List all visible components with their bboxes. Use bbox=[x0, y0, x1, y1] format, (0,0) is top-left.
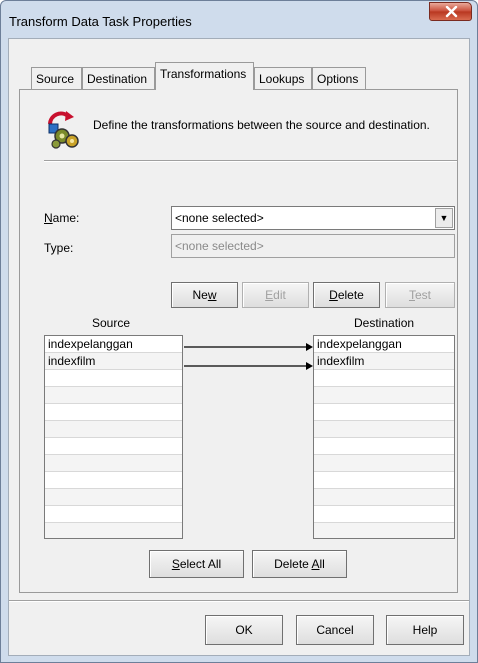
close-icon bbox=[445, 6, 458, 18]
list-item bbox=[45, 506, 182, 523]
name-label: Name: bbox=[44, 211, 80, 225]
list-item bbox=[314, 489, 454, 506]
tab-source[interactable]: Source bbox=[31, 67, 82, 89]
tab-options-label: Options bbox=[317, 72, 359, 86]
header-description: Define the transformations between the s… bbox=[93, 118, 430, 132]
source-list[interactable]: indexpelanggan indexfilm bbox=[44, 335, 183, 539]
list-item bbox=[314, 421, 454, 438]
close-button[interactable] bbox=[429, 2, 472, 21]
mapping-arrows bbox=[184, 343, 313, 370]
source-title: Source bbox=[92, 316, 131, 330]
list-item bbox=[314, 387, 454, 404]
new-button[interactable]: New bbox=[171, 282, 238, 308]
tab-destination[interactable]: Destination bbox=[82, 67, 155, 89]
edit-button[interactable]: Edit bbox=[242, 282, 309, 308]
source-column-item[interactable]: indexfilm bbox=[45, 353, 182, 370]
transform-gears-icon bbox=[48, 111, 79, 149]
name-dropdown-value: <none selected> bbox=[175, 211, 264, 225]
source-column-item[interactable]: indexpelanggan bbox=[45, 336, 182, 353]
test-button[interactable]: Test bbox=[385, 282, 455, 308]
delete-button[interactable]: Delete bbox=[313, 282, 380, 308]
list-item bbox=[45, 438, 182, 455]
list-item bbox=[314, 506, 454, 523]
delete-all-button[interactable]: Delete All bbox=[252, 550, 347, 578]
chevron-down-icon[interactable]: ▼ bbox=[435, 208, 453, 228]
list-item bbox=[45, 472, 182, 489]
destination-column-item[interactable]: indexfilm bbox=[314, 353, 454, 370]
list-item bbox=[45, 455, 182, 472]
tab-lookups[interactable]: Lookups bbox=[254, 67, 312, 89]
list-item bbox=[314, 472, 454, 489]
destination-column-item[interactable]: indexpelanggan bbox=[314, 336, 454, 353]
help-button[interactable]: Help bbox=[386, 615, 464, 645]
list-item bbox=[314, 404, 454, 421]
destination-list[interactable]: indexpelanggan indexfilm bbox=[313, 335, 455, 539]
header-separator bbox=[44, 160, 457, 162]
tab-source-label: Source bbox=[36, 72, 75, 86]
footer-separator bbox=[9, 600, 469, 602]
list-item bbox=[45, 370, 182, 387]
list-item bbox=[314, 370, 454, 387]
ok-button[interactable]: OK bbox=[205, 615, 283, 645]
list-item bbox=[314, 438, 454, 455]
tab-lookups-label: Lookups bbox=[259, 72, 305, 86]
mapping-arrow bbox=[184, 343, 313, 351]
list-item bbox=[314, 455, 454, 472]
type-field: <none selected> bbox=[171, 234, 455, 258]
select-all-button[interactable]: Select All bbox=[149, 550, 244, 578]
mapping-arrow bbox=[184, 362, 313, 370]
window-title: Transform Data Task Properties bbox=[9, 14, 192, 29]
list-item bbox=[314, 523, 454, 538]
tab-options[interactable]: Options bbox=[312, 67, 366, 89]
tab-destination-label: Destination bbox=[87, 72, 148, 86]
cancel-button[interactable]: Cancel bbox=[296, 615, 374, 645]
list-item bbox=[45, 523, 182, 538]
list-item bbox=[45, 387, 182, 404]
tab-transformations-label: Transformations bbox=[160, 67, 247, 81]
destination-title: Destination bbox=[354, 316, 415, 330]
list-item bbox=[45, 489, 182, 506]
type-label: Type: bbox=[44, 241, 74, 255]
list-item bbox=[45, 421, 182, 438]
name-dropdown[interactable]: <none selected> ▼ bbox=[171, 206, 455, 230]
tab-transformations[interactable]: Transformations bbox=[155, 62, 254, 90]
list-item bbox=[45, 404, 182, 421]
